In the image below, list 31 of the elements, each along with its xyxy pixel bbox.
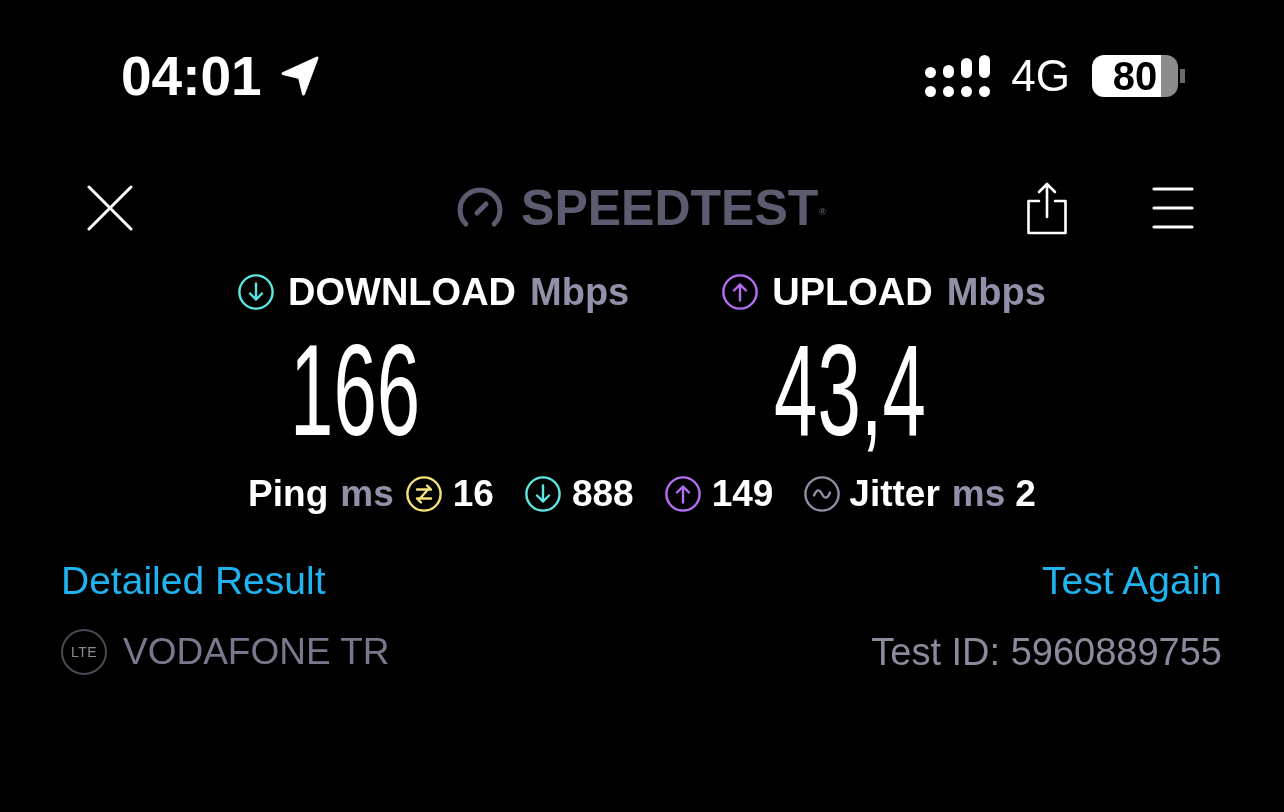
metric-label: DOWNLOAD: [288, 270, 517, 314]
detailed-result-link[interactable]: Detailed Result: [61, 558, 326, 604]
test-again-link[interactable]: Test Again: [1042, 558, 1222, 604]
unit-label: ms: [951, 472, 1006, 516]
stat-value: 2: [1015, 472, 1036, 516]
clock-time: 04:01: [121, 46, 262, 106]
unit-label: Mbps: [530, 270, 630, 314]
battery-indicator: 80: [1092, 55, 1185, 97]
carrier-name: VODAFONE TR: [123, 630, 390, 674]
menu-icon: [1152, 186, 1194, 230]
share-icon: [1026, 181, 1068, 235]
stat-label: Ping: [248, 472, 329, 516]
speed-value: 43,4: [774, 320, 927, 460]
signal-bars-icon: [925, 55, 992, 97]
speed-value: 166: [290, 320, 421, 460]
network-type: 4G: [1011, 51, 1070, 101]
share-button[interactable]: [1026, 181, 1068, 235]
stat-value: 888: [571, 472, 634, 516]
network-type-badge: LTE: [61, 629, 107, 675]
stat-label: Jitter: [849, 472, 940, 516]
logo-text: SPEEDTEST$^{®}$: [521, 180, 826, 236]
stat-value: 16: [452, 472, 494, 516]
close-icon: [87, 185, 133, 231]
unit-label: Mbps: [946, 270, 1046, 314]
close-button[interactable]: [87, 185, 133, 231]
unit-label: ms: [340, 472, 394, 516]
stat-value: 149: [711, 472, 774, 516]
metric-label: UPLOAD: [772, 270, 933, 314]
location-arrow-icon: [279, 55, 320, 97]
menu-button[interactable]: [1152, 186, 1194, 230]
test-id: Test ID: 5960889755: [871, 630, 1222, 674]
